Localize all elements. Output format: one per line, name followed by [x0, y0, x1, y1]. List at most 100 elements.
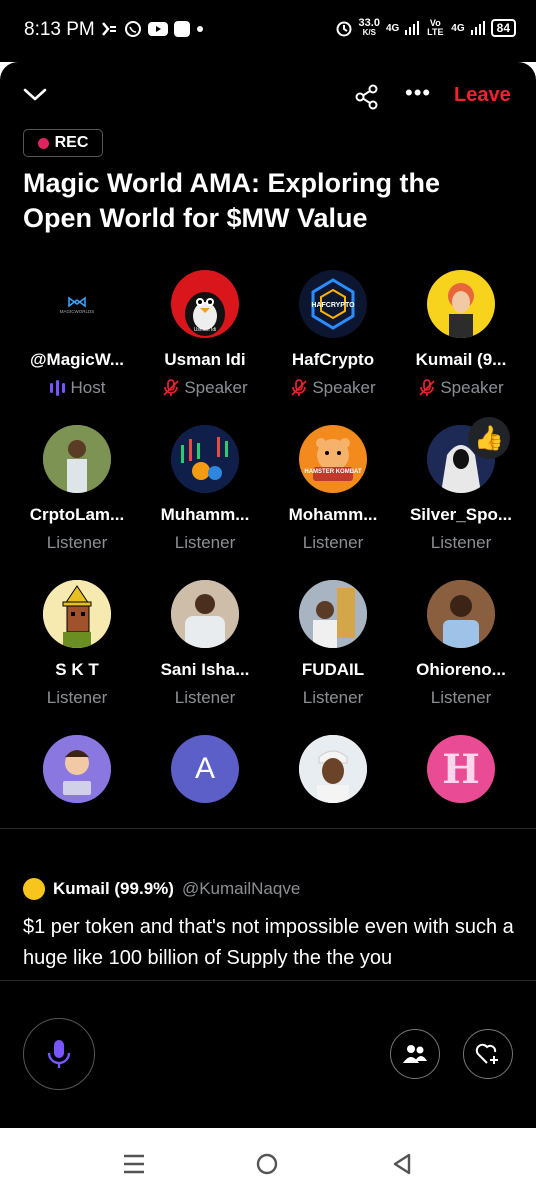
- participant-role: Listener: [141, 533, 269, 553]
- menu-icon[interactable]: [123, 1154, 145, 1174]
- participant-card[interactable]: Ohioreno... Listener: [397, 580, 525, 708]
- app-square-icon: [174, 21, 190, 37]
- cartoon-avatar-icon: [43, 735, 111, 803]
- network-type-2: 4G: [451, 22, 465, 34]
- avatar-letter-logo: H: [442, 745, 480, 793]
- participant-card[interactable]: MAGICWORLDS @MagicW... Host: [13, 270, 141, 398]
- volte-label: Vo LTE: [427, 18, 444, 37]
- magicworlds-logo-text: MAGICWORLDS: [60, 309, 95, 314]
- participant-card[interactable]: H: [397, 735, 525, 803]
- role-label: Speaker: [184, 378, 248, 397]
- status-right: 33.0 K/S 4G Vo LTE 4G 84: [335, 18, 516, 38]
- anime-character-avatar-icon: [448, 283, 474, 338]
- participant-name: Ohioreno...: [416, 660, 506, 679]
- share-icon[interactable]: [354, 84, 380, 110]
- participant-card[interactable]: Sani Isha... Listener: [141, 580, 269, 708]
- battery-indicator: 84: [490, 19, 516, 37]
- role-label: Listener: [302, 688, 364, 707]
- participant-card[interactable]: Usman Idi Usman Idi Speaker: [141, 270, 269, 398]
- avatar: [171, 425, 239, 493]
- role-label: Listener: [46, 688, 108, 707]
- participant-role: Listener: [141, 688, 269, 708]
- role-label: Speaker: [312, 378, 376, 397]
- photo-avatar-icon: [427, 580, 495, 648]
- participant-role: Host: [13, 378, 141, 398]
- participant-card[interactable]: [269, 735, 397, 803]
- participant-card[interactable]: A: [141, 735, 269, 803]
- avatar: [299, 580, 367, 648]
- people-icon: [403, 1045, 427, 1063]
- participant-card[interactable]: HAFCRYPTO HafCrypto Speaker: [269, 270, 397, 398]
- mic-muted-icon: [419, 379, 435, 396]
- post-author-avatar: [23, 878, 45, 900]
- avatar: [299, 735, 367, 803]
- role-label: Host: [70, 378, 106, 397]
- avatar: HAMSTER KOMBAT: [299, 425, 367, 493]
- photo-avatar-icon: [299, 735, 367, 803]
- participant-role: Listener: [269, 688, 397, 708]
- back-icon[interactable]: [392, 1153, 412, 1175]
- space-title: Magic World AMA: Exploring the Open Worl…: [23, 168, 440, 233]
- participants-button[interactable]: [390, 1029, 440, 1079]
- role-label: Listener: [302, 533, 364, 552]
- space-topbar: ••• Leave: [0, 80, 536, 116]
- pinned-post[interactable]: Kumail (99.9%) @KumailNaqve $1 per token…: [23, 878, 518, 974]
- avatar: [427, 270, 495, 338]
- rec-badge: REC: [23, 129, 103, 157]
- signal-icon: [405, 21, 420, 35]
- role-label: Speaker: [440, 378, 504, 397]
- participant-role: Listener: [397, 533, 525, 553]
- magicworlds-logo-icon: MAGICWORLDS: [60, 296, 95, 314]
- host-audio-icon: [49, 380, 65, 396]
- bottom-divider: [0, 980, 536, 981]
- post-author-handle: @KumailNaqve: [181, 879, 301, 898]
- hafcrypto-logo-icon: HAFCRYPTO: [311, 278, 355, 330]
- participant-card[interactable]: Kumail (9... Speaker: [397, 270, 525, 398]
- avatar: A: [171, 735, 239, 803]
- notification-icons: [100, 20, 204, 38]
- participant-card[interactable]: 👍 Silver_Spo... Listener: [397, 417, 525, 553]
- section-divider: [0, 828, 536, 829]
- mic-muted-icon: [291, 379, 307, 396]
- participant-card[interactable]: CrptoLam... Listener: [13, 425, 141, 553]
- space-sheet: ••• Leave REC Magic World AMA: Exploring…: [0, 62, 536, 1128]
- avatar: Usman Idi: [171, 270, 239, 338]
- avatar: [43, 580, 111, 648]
- heart-plus-icon: [475, 1043, 498, 1064]
- net-speed: 33.0: [358, 17, 380, 29]
- avatar: [171, 580, 239, 648]
- photo-avatar-icon: [299, 580, 367, 648]
- post-author-name: Kumail (99.9%): [53, 879, 174, 898]
- participant-role: Listener: [397, 688, 525, 708]
- rec-dot-icon: [37, 137, 49, 149]
- participant-name: Kumail (9...: [415, 350, 507, 369]
- crypto-chart-avatar-icon: [171, 425, 239, 493]
- notification-app-icon: [102, 22, 116, 36]
- participant-name: Sani Isha...: [160, 660, 250, 679]
- participant-card[interactable]: Muhamm... Listener: [141, 425, 269, 553]
- more-options-icon[interactable]: •••: [405, 80, 431, 106]
- participant-role: Speaker: [141, 378, 269, 398]
- leave-button[interactable]: Leave: [454, 84, 511, 107]
- avatar: MAGICWORLDS: [43, 270, 111, 338]
- participant-name: FUDAIL: [301, 660, 365, 679]
- home-icon[interactable]: [256, 1153, 278, 1175]
- collapse-chevron-icon[interactable]: [22, 86, 48, 104]
- participant-card[interactable]: [13, 735, 141, 803]
- request-mic-button[interactable]: [23, 1018, 95, 1090]
- mic-muted-icon: [163, 379, 179, 396]
- system-navbar: [0, 1128, 536, 1200]
- participant-card[interactable]: FUDAIL Listener: [269, 580, 397, 708]
- react-button[interactable]: [463, 1029, 513, 1079]
- photo-avatar-icon: [43, 425, 111, 493]
- participant-name: @MagicW...: [29, 350, 125, 369]
- participant-role: Listener: [13, 688, 141, 708]
- post-text: $1 per token and that's not impossible e…: [23, 916, 514, 969]
- photo-avatar-icon: [171, 580, 239, 648]
- participant-name: Mohamm...: [288, 505, 378, 524]
- net-speed-unit: K/S: [362, 28, 376, 37]
- participant-name: Usman Idi: [164, 350, 246, 369]
- participant-card[interactable]: S K T Listener: [13, 580, 141, 708]
- participant-card[interactable]: HAMSTER KOMBAT Mohamm... Listener: [269, 425, 397, 553]
- signal-icon-2: [470, 21, 485, 35]
